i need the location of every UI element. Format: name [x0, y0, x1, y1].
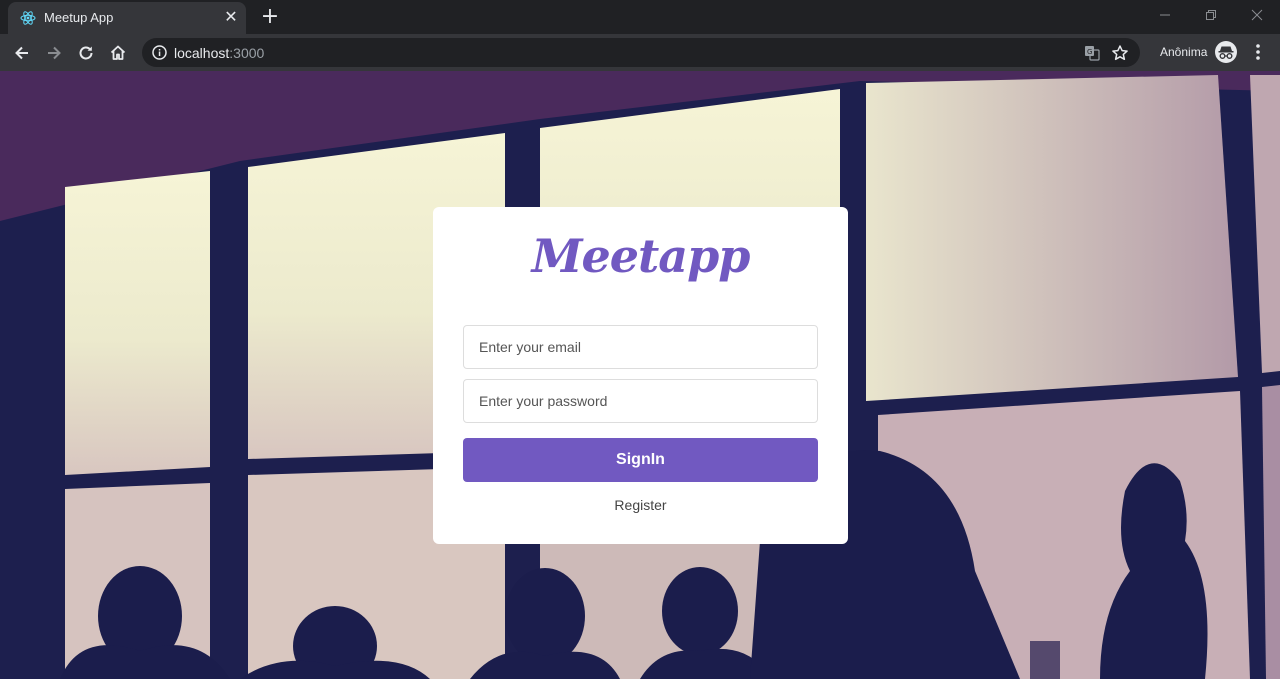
- svg-text:G: G: [1087, 48, 1092, 56]
- close-icon: [1251, 9, 1263, 21]
- register-link[interactable]: Register: [433, 497, 848, 513]
- minimize-icon: [1160, 14, 1170, 16]
- email-field[interactable]: [463, 325, 818, 369]
- password-field[interactable]: [463, 379, 818, 423]
- profile-label[interactable]: Anônima: [1160, 45, 1207, 59]
- reload-icon: [79, 46, 93, 60]
- address-bar[interactable]: localhost:3000 G: [142, 38, 1140, 67]
- restore-window-button[interactable]: [1188, 0, 1234, 30]
- info-icon[interactable]: [151, 44, 168, 61]
- browser-toolbar: localhost:3000 G Anônima: [0, 34, 1280, 71]
- signin-button[interactable]: SignIn: [463, 438, 818, 482]
- translate-icon[interactable]: G: [1084, 45, 1100, 61]
- arrow-left-icon: [15, 46, 28, 60]
- new-tab-button[interactable]: +: [258, 6, 282, 30]
- app-logo: Meetapp: [531, 229, 751, 283]
- reload-button[interactable]: [73, 40, 99, 66]
- forward-button[interactable]: [41, 40, 67, 66]
- react-atom-icon: [20, 10, 36, 26]
- kebab-menu-icon[interactable]: [1250, 42, 1266, 62]
- close-tab-icon[interactable]: ✕: [222, 9, 240, 27]
- home-button[interactable]: [105, 40, 131, 66]
- url-port: :3000: [229, 45, 265, 61]
- incognito-icon[interactable]: [1215, 41, 1237, 63]
- back-button[interactable]: [9, 40, 35, 66]
- url-text: localhost:3000: [174, 45, 264, 61]
- minimize-window-button[interactable]: [1142, 0, 1188, 30]
- url-host: localhost: [174, 45, 230, 61]
- restore-icon: [1206, 10, 1216, 20]
- close-window-button[interactable]: [1234, 0, 1280, 30]
- arrow-right-icon: [48, 46, 61, 60]
- tab-title: Meetup App: [44, 10, 114, 25]
- login-card: Meetapp SignIn Register: [433, 207, 848, 544]
- star-icon[interactable]: [1110, 43, 1130, 63]
- page-viewport: Meetapp SignIn Register: [0, 71, 1280, 679]
- browser-tab[interactable]: Meetup App ✕: [8, 2, 246, 34]
- browser-tab-strip: Meetup App ✕ +: [0, 0, 1280, 34]
- home-icon: [110, 45, 126, 60]
